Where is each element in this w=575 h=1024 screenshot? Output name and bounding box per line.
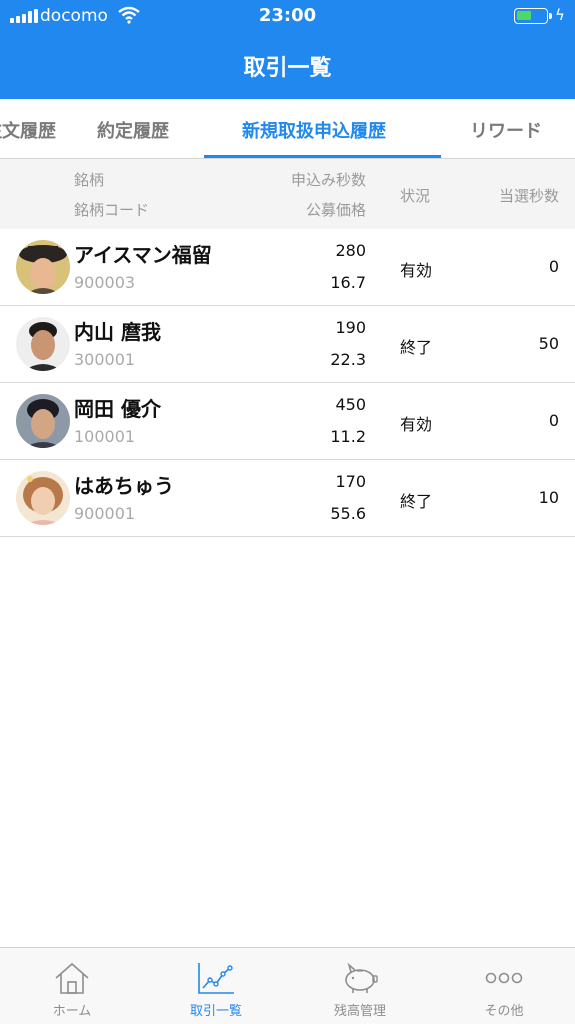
tab-more[interactable]: その他: [432, 948, 575, 1024]
table-row[interactable]: はあちゅう 900001 170 55.6 終了 10: [0, 460, 575, 537]
table-row[interactable]: 岡田 優介 100001 450 11.2 有効 0: [0, 383, 575, 460]
header-name: 銘柄: [74, 171, 105, 189]
table-row[interactable]: 内山 麿我 300001 190 22.3 終了 50: [0, 306, 575, 383]
tab-balance[interactable]: 残高管理: [288, 948, 432, 1024]
stock-name: アイスマン福留: [74, 243, 212, 267]
status-bar: docomo 23:00 ϟ: [0, 0, 575, 32]
piggy-bank-icon: [340, 960, 380, 996]
stock-code: 100001: [74, 427, 136, 446]
avatar: [16, 394, 70, 448]
header-status: 状況: [400, 187, 431, 205]
header-offer-price: 公募価格: [305, 201, 366, 219]
table-row[interactable]: アイスマン福留 900003 280 16.7 有効 0: [0, 229, 575, 306]
won-seconds: 0: [548, 411, 559, 430]
nav-bar: 取引一覧: [0, 32, 575, 99]
tab-order-history[interactable]: 注文履歴: [0, 117, 56, 143]
status-label: 終了: [400, 492, 433, 511]
won-seconds: 50: [538, 334, 559, 353]
tab-reward[interactable]: リワード: [470, 117, 542, 143]
list-header: 銘柄 銘柄コード 申込み秒数 公募価格 状況 当選秒数: [0, 159, 575, 229]
stock-code: 900001: [74, 504, 136, 523]
bottom-tab-bar: ホーム 取引一覧 残高管理 その他: [0, 947, 575, 1024]
header-code: 銘柄コード: [74, 201, 150, 219]
won-seconds: 10: [538, 488, 559, 507]
tab-balance-label: 残高管理: [333, 1004, 386, 1019]
chart-line-icon: [196, 960, 236, 996]
stock-name: 内山 麿我: [74, 320, 161, 344]
stock-code: 300001: [74, 350, 136, 369]
tab-trades-label: 取引一覧: [189, 1004, 242, 1019]
tab-trades[interactable]: 取引一覧: [144, 948, 288, 1024]
won-seconds: 0: [548, 257, 559, 276]
header-applied-seconds: 申込み秒数: [290, 171, 366, 189]
charging-bolt-icon: ϟ: [555, 6, 565, 24]
tab-more-label: その他: [484, 1004, 524, 1019]
applied-seconds: 190: [335, 318, 366, 337]
home-icon: [52, 960, 92, 996]
status-label: 終了: [400, 338, 433, 357]
applied-seconds: 280: [335, 241, 366, 260]
page-title: 取引一覧: [243, 56, 332, 81]
offer-price: 22.3: [330, 350, 366, 369]
tab-home[interactable]: ホーム: [0, 948, 144, 1024]
tab-home-label: ホーム: [52, 1004, 92, 1019]
offer-price: 11.2: [330, 427, 366, 446]
header-won-seconds: 当選秒数: [498, 187, 559, 205]
history-tabs: 注文履歴 約定履歴 新規取扱申込履歴 リワード: [0, 99, 575, 159]
applied-seconds: 170: [335, 472, 366, 491]
tab-execution-history[interactable]: 約定履歴: [97, 117, 169, 143]
battery-charging-icon: [514, 8, 552, 24]
stock-name: はあちゅう: [74, 474, 174, 498]
offer-price: 55.6: [330, 504, 366, 523]
stock-code: 900003: [74, 273, 136, 292]
stock-name: 岡田 優介: [74, 397, 161, 421]
avatar: [16, 240, 70, 294]
clock: 23:00: [258, 5, 317, 26]
status-label: 有効: [400, 415, 433, 434]
applied-seconds: 450: [335, 395, 366, 414]
avatar: [16, 317, 70, 371]
status-label: 有効: [400, 261, 433, 280]
offer-price: 16.7: [330, 273, 366, 292]
active-tab-indicator: [204, 155, 441, 158]
tab-new-listing-application-history[interactable]: 新規取扱申込履歴: [242, 117, 386, 143]
more-dots-icon: [484, 960, 524, 996]
avatar: [16, 471, 70, 525]
